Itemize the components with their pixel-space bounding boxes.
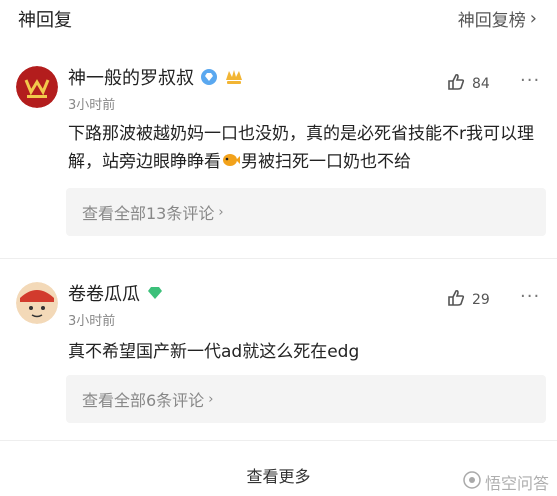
chevron-right-icon: › bbox=[529, 8, 537, 29]
like-count: 84 bbox=[472, 76, 490, 92]
like-count: 29 bbox=[472, 292, 490, 308]
leaderboard-link[interactable]: 神回复榜 › bbox=[458, 6, 537, 31]
page-title: 神回复 bbox=[18, 10, 72, 31]
username[interactable]: 神一般的罗叔叔 bbox=[68, 64, 194, 90]
comment-text: 下路那波被越奶妈一口也没奶，真的是必死省技能不r我可以理解，站旁边眼睁睁看 男被扫… bbox=[68, 124, 534, 172]
like-button[interactable]: 29 bbox=[446, 288, 490, 312]
view-replies-button[interactable]: 查看全部6条评论 › bbox=[66, 375, 546, 423]
avatar[interactable] bbox=[16, 66, 58, 108]
like-icon bbox=[446, 72, 466, 96]
view-replies-button[interactable]: 查看全部13条评论 › bbox=[66, 188, 546, 236]
avatar[interactable] bbox=[16, 282, 58, 324]
comment-text: 真不希望国产新一代ad就这么死在edg bbox=[68, 342, 360, 362]
fish-emoji-icon bbox=[221, 150, 241, 170]
gold-badge-icon bbox=[224, 68, 242, 86]
diamond-badge-icon bbox=[200, 68, 218, 86]
replies-label: 查看全部6条评论 bbox=[82, 391, 205, 410]
user-row: 卷卷瓜瓜 bbox=[68, 280, 164, 306]
leaderboard-label: 神回复榜 bbox=[457, 11, 526, 31]
chevron-right-icon: › bbox=[218, 204, 224, 220]
user-row: 神一般的罗叔叔 bbox=[68, 64, 242, 90]
username[interactable]: 卷卷瓜瓜 bbox=[68, 280, 140, 306]
more-dots-icon[interactable]: ··· bbox=[520, 286, 540, 307]
divider bbox=[0, 258, 557, 259]
timestamp: 3小时前 bbox=[68, 98, 116, 113]
watermark-text: 悟空问答 bbox=[484, 474, 549, 493]
watermark: 悟空问答 bbox=[463, 470, 549, 494]
divider bbox=[0, 440, 557, 441]
watermark-logo-icon bbox=[463, 471, 481, 493]
timestamp: 3小时前 bbox=[68, 314, 116, 329]
like-button[interactable]: 84 bbox=[446, 72, 490, 96]
header: 神回复 神回复榜 › bbox=[0, 0, 557, 36]
chevron-right-icon: › bbox=[208, 391, 214, 407]
more-dots-icon[interactable]: ··· bbox=[520, 70, 540, 91]
replies-label: 查看全部13条评论 bbox=[82, 204, 215, 223]
green-diamond-icon bbox=[146, 284, 164, 302]
like-icon bbox=[446, 288, 466, 312]
